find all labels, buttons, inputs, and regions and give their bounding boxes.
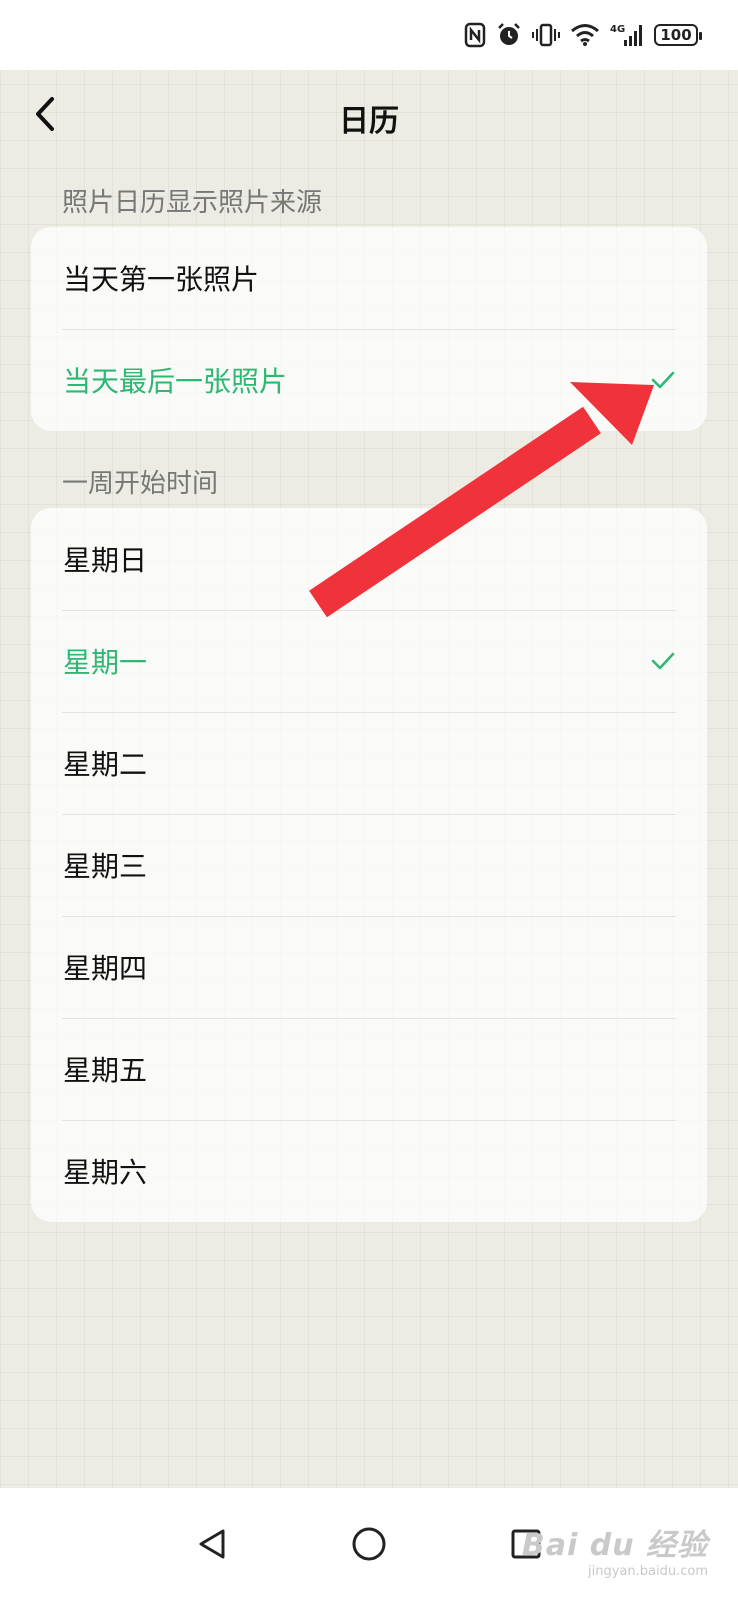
check-icon	[651, 371, 675, 389]
nfc-icon	[464, 22, 486, 48]
status-bar: 4G 100	[0, 0, 738, 70]
battery-icon: 100	[654, 24, 702, 46]
option-label: 星期四	[63, 952, 148, 985]
svg-text:4G: 4G	[610, 24, 625, 35]
week-start-option-monday[interactable]: 星期一	[31, 610, 707, 712]
week-start-option-saturday[interactable]: 星期六	[31, 1120, 707, 1222]
photo-source-option-first[interactable]: 当天第一张照片	[31, 227, 707, 329]
option-label: 星期一	[63, 646, 148, 679]
option-label: 星期五	[63, 1054, 148, 1087]
battery-level: 100	[660, 26, 692, 44]
option-label: 星期六	[63, 1156, 148, 1189]
week-start-option-sunday[interactable]: 星期日	[31, 508, 707, 610]
system-nav-bar: Bai du 经验 jingyan.baidu.com	[0, 1488, 738, 1600]
week-start-card: 星期日 星期一 星期二 星期三 星期四 星期五 星期六	[31, 508, 707, 1222]
option-label: 当天第一张照片	[63, 263, 260, 296]
nav-home-button[interactable]	[341, 1516, 397, 1572]
header: 日历	[0, 70, 738, 162]
wifi-icon	[570, 23, 600, 47]
back-triangle-icon	[199, 1529, 225, 1559]
option-label: 星期三	[63, 850, 148, 883]
status-icons: 4G 100	[464, 18, 702, 52]
photo-source-section-title: 照片日历显示照片来源	[62, 188, 323, 218]
option-label: 星期日	[63, 544, 148, 577]
week-start-option-wednesday[interactable]: 星期三	[31, 814, 707, 916]
home-circle-icon	[352, 1527, 386, 1561]
photo-source-option-last[interactable]: 当天最后一张照片	[31, 329, 707, 431]
week-start-option-thursday[interactable]: 星期四	[31, 916, 707, 1018]
page-title: 日历	[339, 104, 399, 139]
watermark-main: Bai du 经验	[521, 1528, 708, 1563]
signal-4g-icon: 4G	[610, 22, 644, 48]
watermark: Bai du 经验 jingyan.baidu.com	[521, 1528, 708, 1579]
nav-back-button[interactable]	[184, 1516, 240, 1572]
week-start-option-tuesday[interactable]: 星期二	[31, 712, 707, 814]
vibrate-icon	[532, 22, 560, 48]
alarm-icon	[496, 22, 522, 48]
option-label: 当天最后一张照片	[63, 365, 288, 398]
week-start-section-title: 一周开始时间	[62, 469, 219, 499]
check-icon	[651, 652, 675, 670]
week-start-option-friday[interactable]: 星期五	[31, 1018, 707, 1120]
photo-source-card: 当天第一张照片 当天最后一张照片	[31, 227, 707, 431]
watermark-sub: jingyan.baidu.com	[588, 1564, 708, 1579]
option-label: 星期二	[63, 748, 148, 781]
